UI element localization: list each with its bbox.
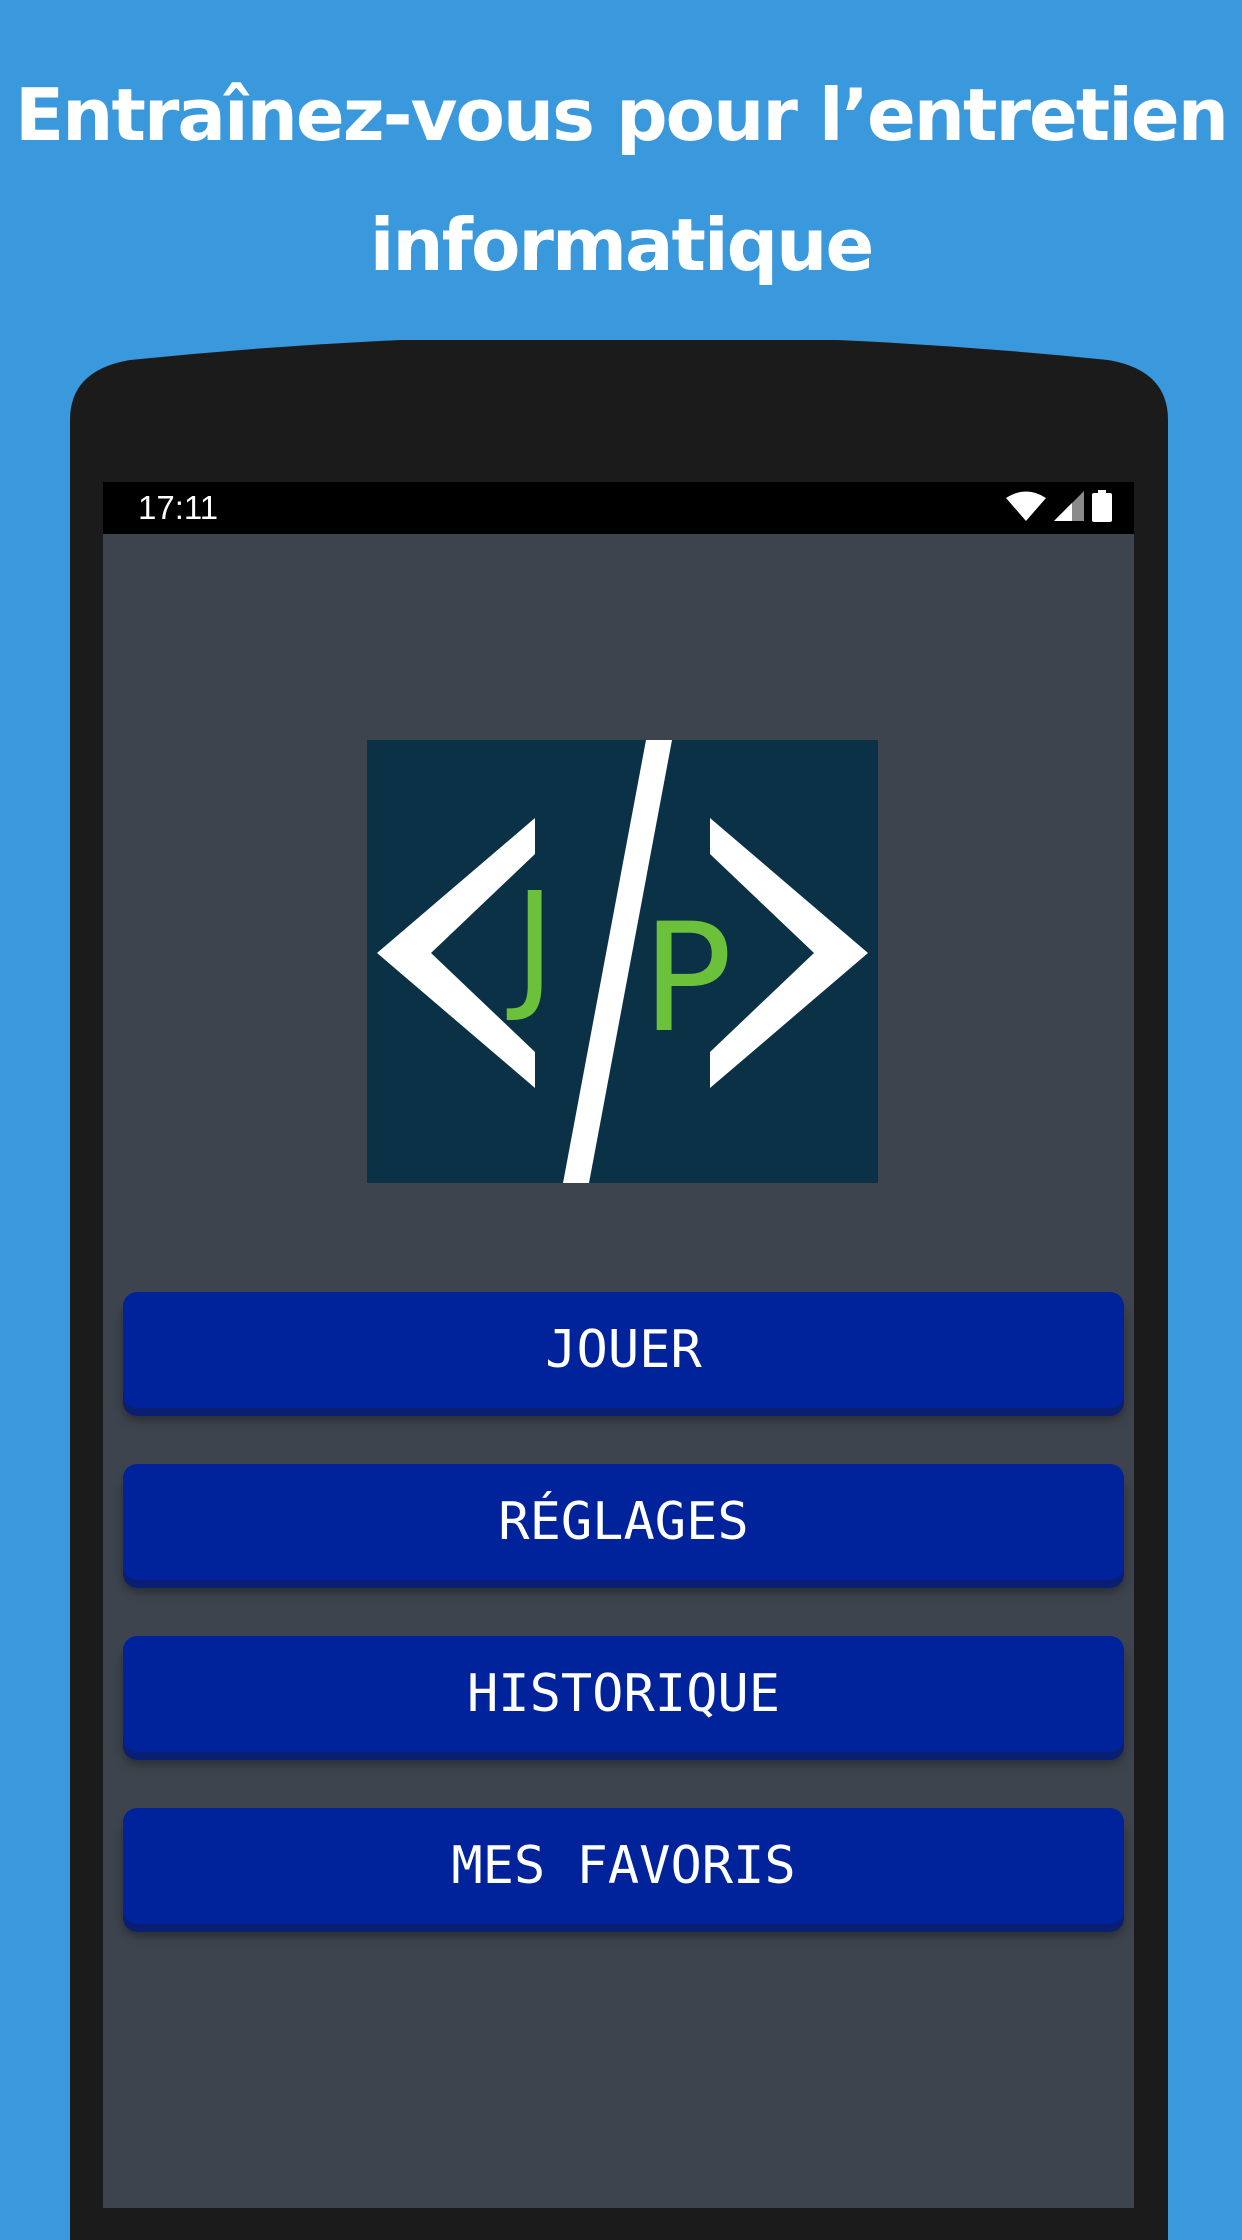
history-button[interactable]: HISTORIQUE <box>123 1636 1124 1752</box>
favorites-button[interactable]: MES FAVORIS <box>123 1808 1124 1924</box>
signal-icon <box>1054 491 1084 525</box>
wifi-icon <box>1006 491 1046 525</box>
app-logo: J P <box>367 740 878 1183</box>
phone-top-bezel <box>70 340 1168 460</box>
battery-icon <box>1092 490 1112 526</box>
play-button[interactable]: JOUER <box>123 1292 1124 1408</box>
logo-letter-p: P <box>642 892 732 1066</box>
headline-line-1: Entraînez-vous pour l’entretien <box>15 73 1229 157</box>
app-screen: 17:11 J P JOUER RÉGLAGES HISTORIQUE MES … <box>103 482 1134 2208</box>
status-icons <box>1006 489 1112 527</box>
status-bar: 17:11 <box>103 482 1134 534</box>
promo-headline: Entraînez-vous pour l’entretien informat… <box>0 50 1242 310</box>
logo-letter-j: J <box>506 863 555 1026</box>
headline-line-2: informatique <box>369 203 875 287</box>
settings-button[interactable]: RÉGLAGES <box>123 1464 1124 1580</box>
status-time: 17:11 <box>138 489 219 526</box>
